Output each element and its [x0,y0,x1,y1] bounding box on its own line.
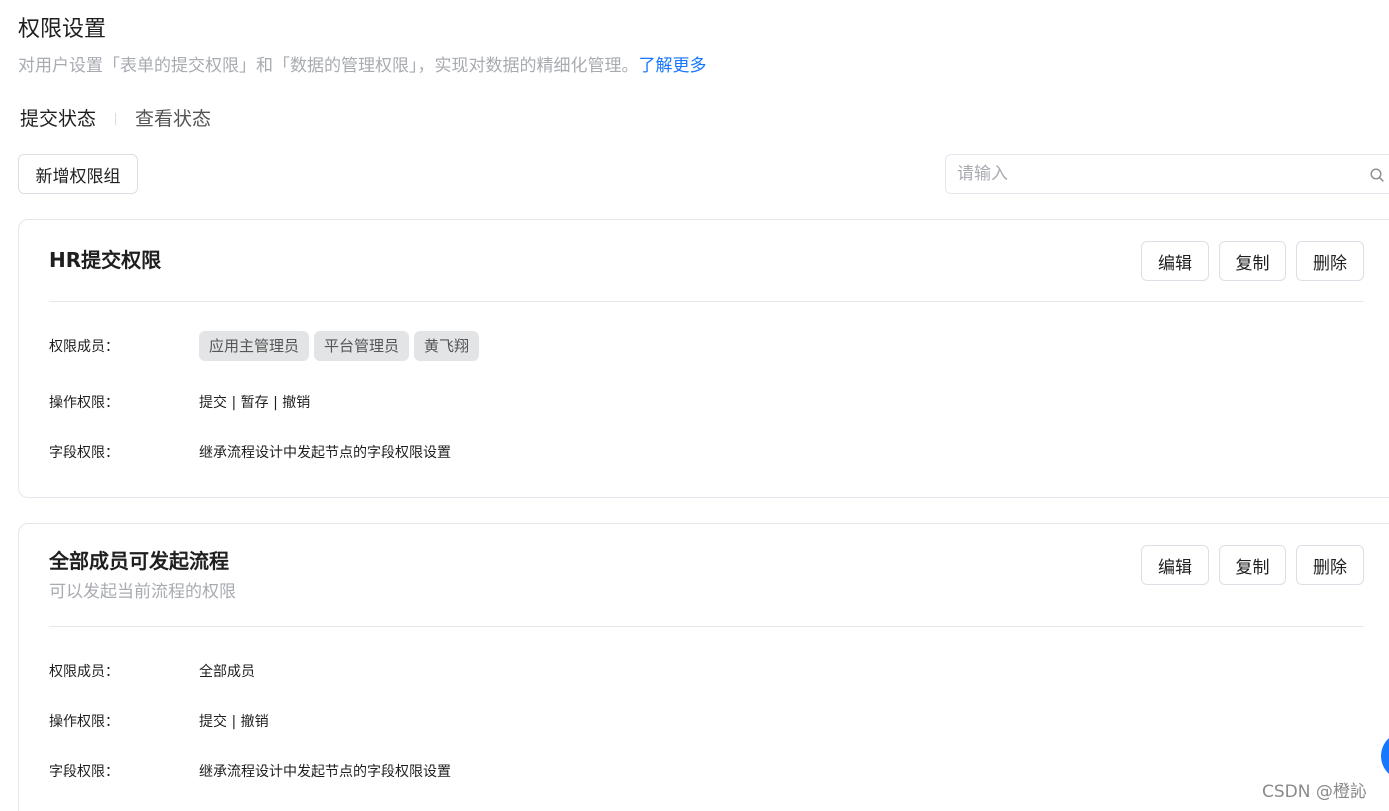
copy-button[interactable]: 复制 [1219,545,1286,585]
permission-group-card: 全部成员可发起流程 可以发起当前流程的权限 编辑 复制 删除 权限成员： 全部成… [18,523,1389,811]
member-tags: 应用主管理员 平台管理员 黄飞翔 [199,331,484,361]
page-description: 对用户设置「表单的提交权限」和「数据的管理权限」，实现对数据的精细化管理。了解更… [18,54,707,78]
operations-row: 操作权限： 提交 | 暂存 | 撤销 [49,387,310,417]
members-row: 权限成员： 应用主管理员 平台管理员 黄飞翔 [49,331,484,361]
delete-button[interactable]: 删除 [1296,545,1364,585]
operations-value: 提交 | 暂存 | 撤销 [199,395,311,411]
delete-button[interactable]: 删除 [1296,241,1364,281]
member-tag: 应用主管理员 [199,331,310,361]
fields-value: 继承流程设计中发起节点的字段权限设置 [199,445,451,461]
group-title: HR提交权限 [49,248,162,272]
watermark: CSDN @橙訫 [1262,782,1367,802]
tab-submit-status[interactable]: 提交状态 [20,104,96,134]
members-row: 权限成员： 全部成员 [49,656,255,686]
fields-value: 继承流程设计中发起节点的字段权限设置 [199,764,451,780]
search-box [945,154,1389,194]
operations-value: 提交 | 撤销 [199,714,269,730]
member-tag: 平台管理员 [314,331,410,361]
members-label: 权限成员： [49,339,119,355]
group-subtitle: 可以发起当前流程的权限 [49,582,236,602]
members-value: 全部成员 [199,664,255,680]
search-input[interactable] [946,155,1356,193]
tab-divider [115,113,117,125]
edit-button[interactable]: 编辑 [1141,241,1209,281]
page-title: 权限设置 [18,17,107,42]
description-text: 对用户设置「表单的提交权限」和「数据的管理权限」，实现对数据的精细化管理。 [18,56,639,76]
group-title: 全部成员可发起流程 [49,549,229,573]
edit-button[interactable]: 编辑 [1141,545,1209,585]
operations-label: 操作权限： [49,395,119,411]
fields-label: 字段权限： [49,445,119,461]
fields-label: 字段权限： [49,764,119,780]
card-divider [49,301,1364,302]
add-permission-group-button[interactable]: 新增权限组 [18,154,138,194]
permission-settings-page: 权限设置 对用户设置「表单的提交权限」和「数据的管理权限」，实现对数据的精细化管… [0,0,1389,811]
tab-view-status[interactable]: 查看状态 [135,104,211,134]
fields-row: 字段权限： 继承流程设计中发起节点的字段权限设置 [49,756,451,786]
member-tag: 黄飞翔 [414,331,480,361]
permission-group-card: HR提交权限 编辑 复制 删除 权限成员： 应用主管理员 平台管理员 黄飞翔 操… [18,219,1389,498]
card-divider [49,626,1364,627]
operations-label: 操作权限： [49,714,119,730]
group-actions: 编辑 复制 删除 [1141,545,1364,585]
copy-button[interactable]: 复制 [1219,241,1286,281]
operations-row: 操作权限： 提交 | 撤销 [49,706,269,736]
search-icon[interactable] [1369,167,1385,183]
status-tabs: 提交状态 查看状态 [20,104,211,134]
fields-row: 字段权限： 继承流程设计中发起节点的字段权限设置 [49,437,451,467]
members-label: 权限成员： [49,664,119,680]
learn-more-link[interactable]: 了解更多 [639,56,707,76]
group-actions: 编辑 复制 删除 [1141,241,1364,281]
